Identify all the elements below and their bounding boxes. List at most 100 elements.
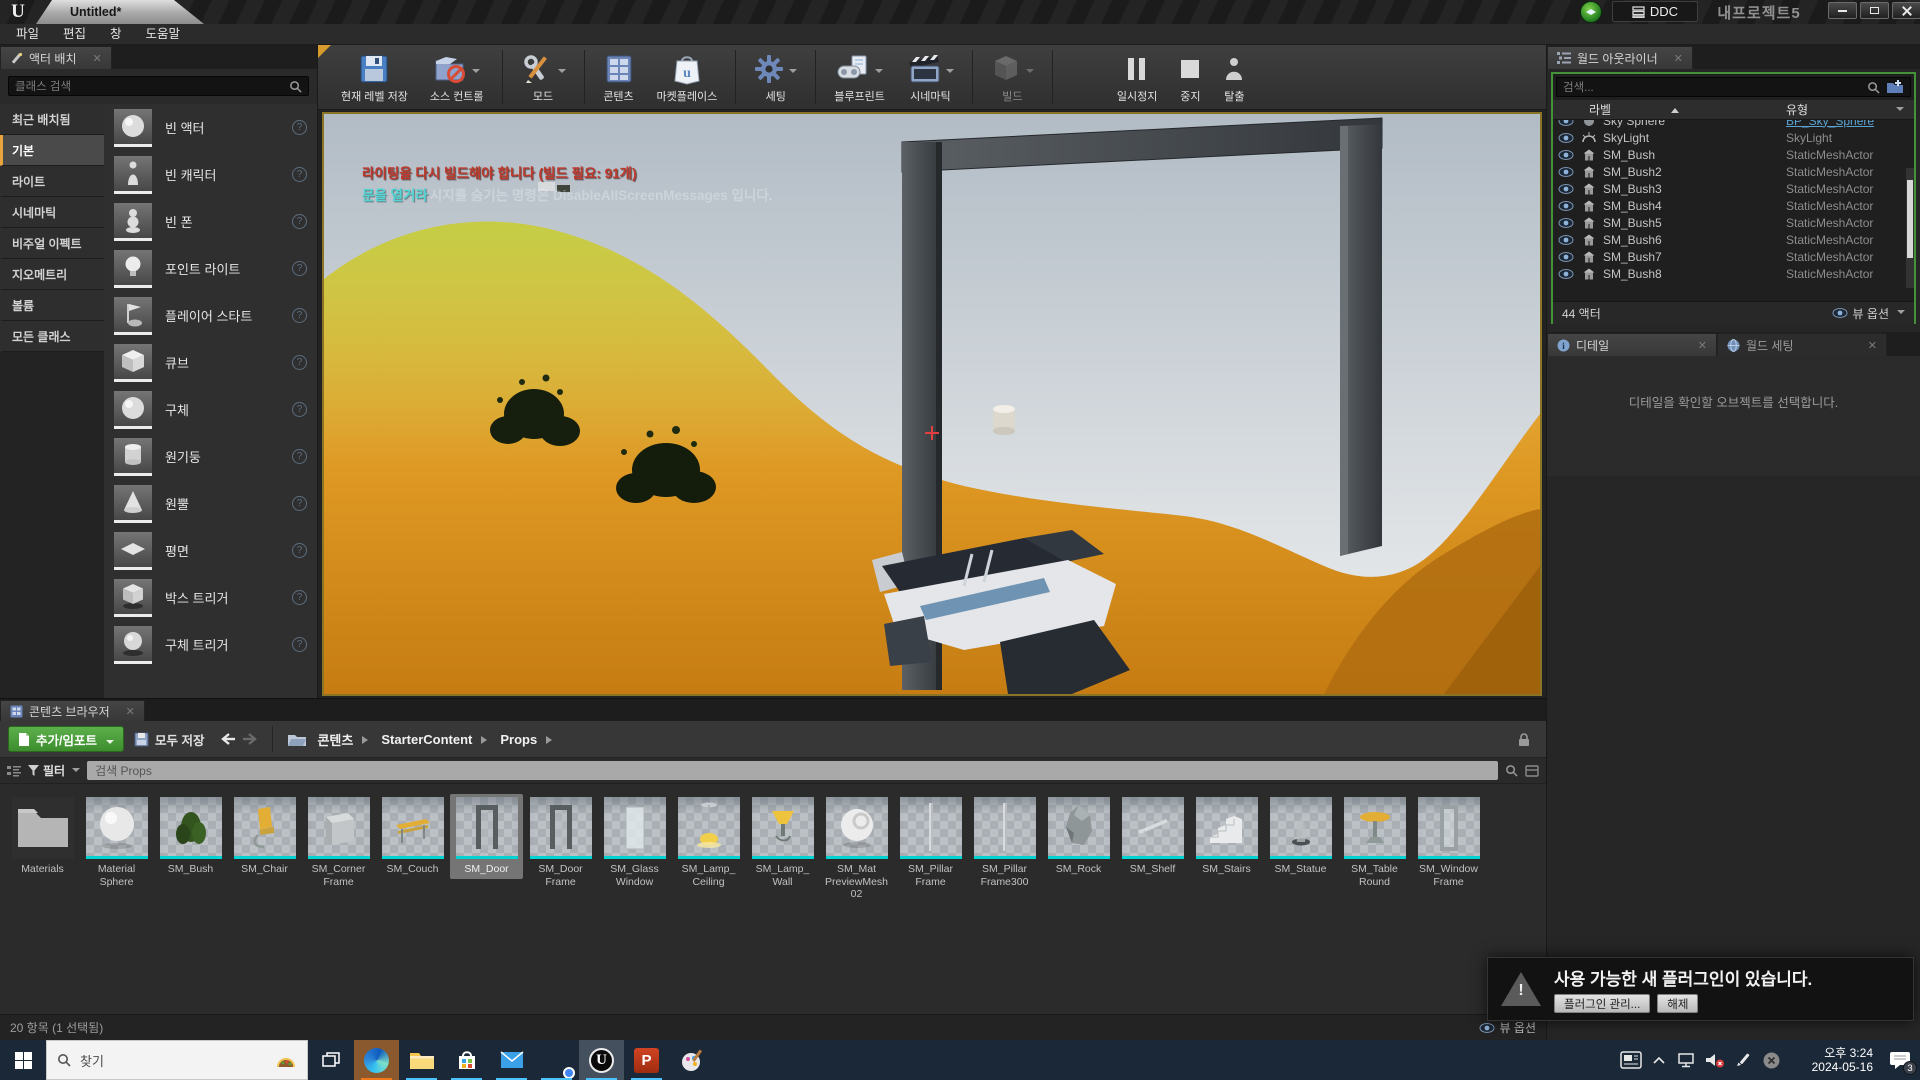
menu-item-2[interactable]: 창 xyxy=(98,24,134,45)
filter-dropdown-icon[interactable] xyxy=(1896,107,1904,115)
task-view-button[interactable] xyxy=(308,1040,354,1080)
asset-tile[interactable]: SM_Corner Frame xyxy=(302,794,375,891)
pen-icon[interactable] xyxy=(1730,1040,1756,1080)
column-label[interactable]: 라벨 xyxy=(1589,101,1611,118)
asset-tile[interactable]: SM_Pillar Frame xyxy=(894,794,967,891)
question-circle-icon[interactable]: ? xyxy=(292,402,307,417)
outliner-view-options[interactable]: 뷰 옵션 xyxy=(1832,305,1905,322)
paint3d-icon[interactable] xyxy=(669,1040,714,1080)
save-all-button[interactable]: 모두 저장 xyxy=(134,730,204,749)
eye-icon[interactable] xyxy=(1553,201,1579,211)
minimize-button[interactable] xyxy=(1828,2,1857,19)
asset-tile[interactable]: SM_Mat PreviewMesh 02 xyxy=(820,794,893,904)
place-item[interactable]: 빈 액터? xyxy=(104,104,317,151)
outliner-row[interactable]: SM_Bush7StaticMeshActor xyxy=(1553,248,1914,265)
breadcrumb-item-Props[interactable]: Props xyxy=(500,732,537,747)
outliner-row[interactable]: SM_Bush3StaticMeshActor xyxy=(1553,180,1914,197)
category-라이트[interactable]: 라이트 xyxy=(0,166,104,197)
question-circle-icon[interactable]: ? xyxy=(292,449,307,464)
mail-icon[interactable] xyxy=(489,1040,534,1080)
question-circle-icon[interactable]: ? xyxy=(292,261,307,276)
column-type[interactable]: 유형 xyxy=(1786,101,1808,118)
toolbar-button-모드[interactable]: 모드 xyxy=(510,45,577,109)
eye-icon[interactable] xyxy=(1553,269,1579,279)
class-search-input[interactable]: 클래스 검색 xyxy=(8,76,309,96)
place-item[interactable]: 구체 트리거? xyxy=(104,621,317,668)
asset-tile[interactable]: Materials xyxy=(6,794,79,879)
category-시네마틱[interactable]: 시네마틱 xyxy=(0,197,104,228)
breadcrumb-item-콘텐츠[interactable]: 콘텐츠 xyxy=(317,730,353,749)
forward-arrow-icon[interactable] xyxy=(241,732,258,746)
cb-view-options[interactable]: 뷰 옵션 xyxy=(1479,1019,1536,1036)
menu-item-3[interactable]: 도움말 xyxy=(134,24,193,45)
view-list-icon[interactable] xyxy=(7,765,21,777)
place-item[interactable]: 구체? xyxy=(104,386,317,433)
tab-world-outliner[interactable]: 월드 아웃라이너 ✕ xyxy=(1547,46,1693,69)
asset-tile[interactable]: SM_Door Frame xyxy=(524,794,597,891)
place-item[interactable]: 포인트 라이트? xyxy=(104,245,317,292)
tab-world-settings[interactable]: 월드 세팅 ✕ xyxy=(1717,333,1887,356)
dismiss-button[interactable]: 해제 xyxy=(1657,994,1698,1013)
category-기본[interactable]: 기본 xyxy=(0,135,104,166)
tab-content-browser[interactable]: 콘텐츠 브라우저 ✕ xyxy=(0,700,145,721)
eye-icon[interactable] xyxy=(1553,167,1579,177)
eye-icon[interactable] xyxy=(1553,252,1579,262)
place-item[interactable]: 플레이어 스타트? xyxy=(104,292,317,339)
outliner-search-input[interactable]: 검색... xyxy=(1556,77,1911,97)
lock-icon[interactable] xyxy=(1518,732,1538,747)
toolbar-button-탈출[interactable]: 탈출 xyxy=(1212,45,1256,109)
asset-tile[interactable]: SM_Stairs xyxy=(1190,794,1263,879)
outliner-row[interactable]: SM_Bush2StaticMeshActor xyxy=(1553,163,1914,180)
category-비주얼 이펙트[interactable]: 비주얼 이펙트 xyxy=(0,228,104,259)
question-circle-icon[interactable]: ? xyxy=(292,496,307,511)
place-item[interactable]: 빈 폰? xyxy=(104,198,317,245)
viewport[interactable]: 라이팅을 다시 빌드해야 합니다 (빌드 필요: 91개) 문을 열거라 시지를… xyxy=(322,112,1542,696)
breadcrumb-item-StarterContent[interactable]: StarterContent xyxy=(381,732,472,747)
eye-icon[interactable] xyxy=(1553,218,1579,228)
taskbar-clock[interactable]: 오후 3:24 2024-05-16 xyxy=(1793,1046,1873,1074)
place-item[interactable]: 원기둥? xyxy=(104,433,317,480)
place-item[interactable]: 큐브? xyxy=(104,339,317,386)
dropdown-caret-icon[interactable] xyxy=(472,69,480,77)
asset-tile[interactable]: SM_Pillar Frame300 xyxy=(968,794,1041,891)
asset-tile[interactable]: SM_Shelf xyxy=(1116,794,1189,879)
eye-icon[interactable] xyxy=(1553,120,1579,126)
save-search-icon[interactable] xyxy=(1525,765,1539,777)
unreal-engine-icon[interactable]: U xyxy=(579,1040,624,1080)
asset-tile[interactable]: SM_Lamp_ Ceiling xyxy=(672,794,745,891)
asset-tile[interactable]: SM_Lamp_ Wall xyxy=(746,794,819,891)
place-item[interactable]: 빈 캐릭터? xyxy=(104,151,317,198)
outliner-row[interactable]: SM_Bush4StaticMeshActor xyxy=(1553,197,1914,214)
menu-item-1[interactable]: 편집 xyxy=(51,24,98,45)
close-icon[interactable]: ✕ xyxy=(1674,52,1683,65)
add-import-button[interactable]: 추가/임포트 xyxy=(8,726,124,752)
asset-tile[interactable]: SM_Window Frame xyxy=(1412,794,1485,891)
search-icon[interactable] xyxy=(1505,764,1518,777)
back-arrow-icon[interactable] xyxy=(220,732,237,746)
place-item[interactable]: 원뿔? xyxy=(104,480,317,527)
toolbar-button-현재 레벨 저장[interactable]: 현재 레벨 저장 xyxy=(330,45,419,109)
tab-details[interactable]: i 디테일 ✕ xyxy=(1547,333,1717,356)
news-widgets-icon[interactable] xyxy=(1618,1040,1644,1080)
question-circle-icon[interactable]: ? xyxy=(292,355,307,370)
toolbar-button-블루프린트[interactable]: 블루프린트 xyxy=(823,45,896,109)
question-circle-icon[interactable]: ? xyxy=(292,308,307,323)
outliner-row[interactable]: SM_Bush8StaticMeshActor xyxy=(1553,265,1914,282)
dropdown-caret-icon[interactable] xyxy=(558,69,566,77)
eye-icon[interactable] xyxy=(1553,235,1579,245)
tab-place-actors[interactable]: 액터 배치 ✕ xyxy=(0,46,112,69)
asset-tile[interactable]: SM_Rock xyxy=(1042,794,1115,879)
file-explorer-icon[interactable] xyxy=(399,1040,444,1080)
asset-tile[interactable]: SM_Door xyxy=(450,794,523,879)
place-item[interactable]: 평면? xyxy=(104,527,317,574)
start-button[interactable] xyxy=(0,1040,46,1080)
outliner-row[interactable]: SM_Bush5StaticMeshActor xyxy=(1553,214,1914,231)
chrome-icon[interactable] xyxy=(534,1040,579,1080)
question-circle-icon[interactable]: ? xyxy=(292,590,307,605)
asset-search-input[interactable]: 검색 Props xyxy=(87,761,1498,780)
asset-tile[interactable]: SM_Glass Window xyxy=(598,794,671,891)
toolbar-button-일시정지[interactable]: 일시정지 xyxy=(1106,45,1168,109)
notification-center-button[interactable]: 3 xyxy=(1882,1040,1920,1080)
toolbar-button-중지[interactable]: 중지 xyxy=(1168,45,1212,109)
question-circle-icon[interactable]: ? xyxy=(292,120,307,135)
